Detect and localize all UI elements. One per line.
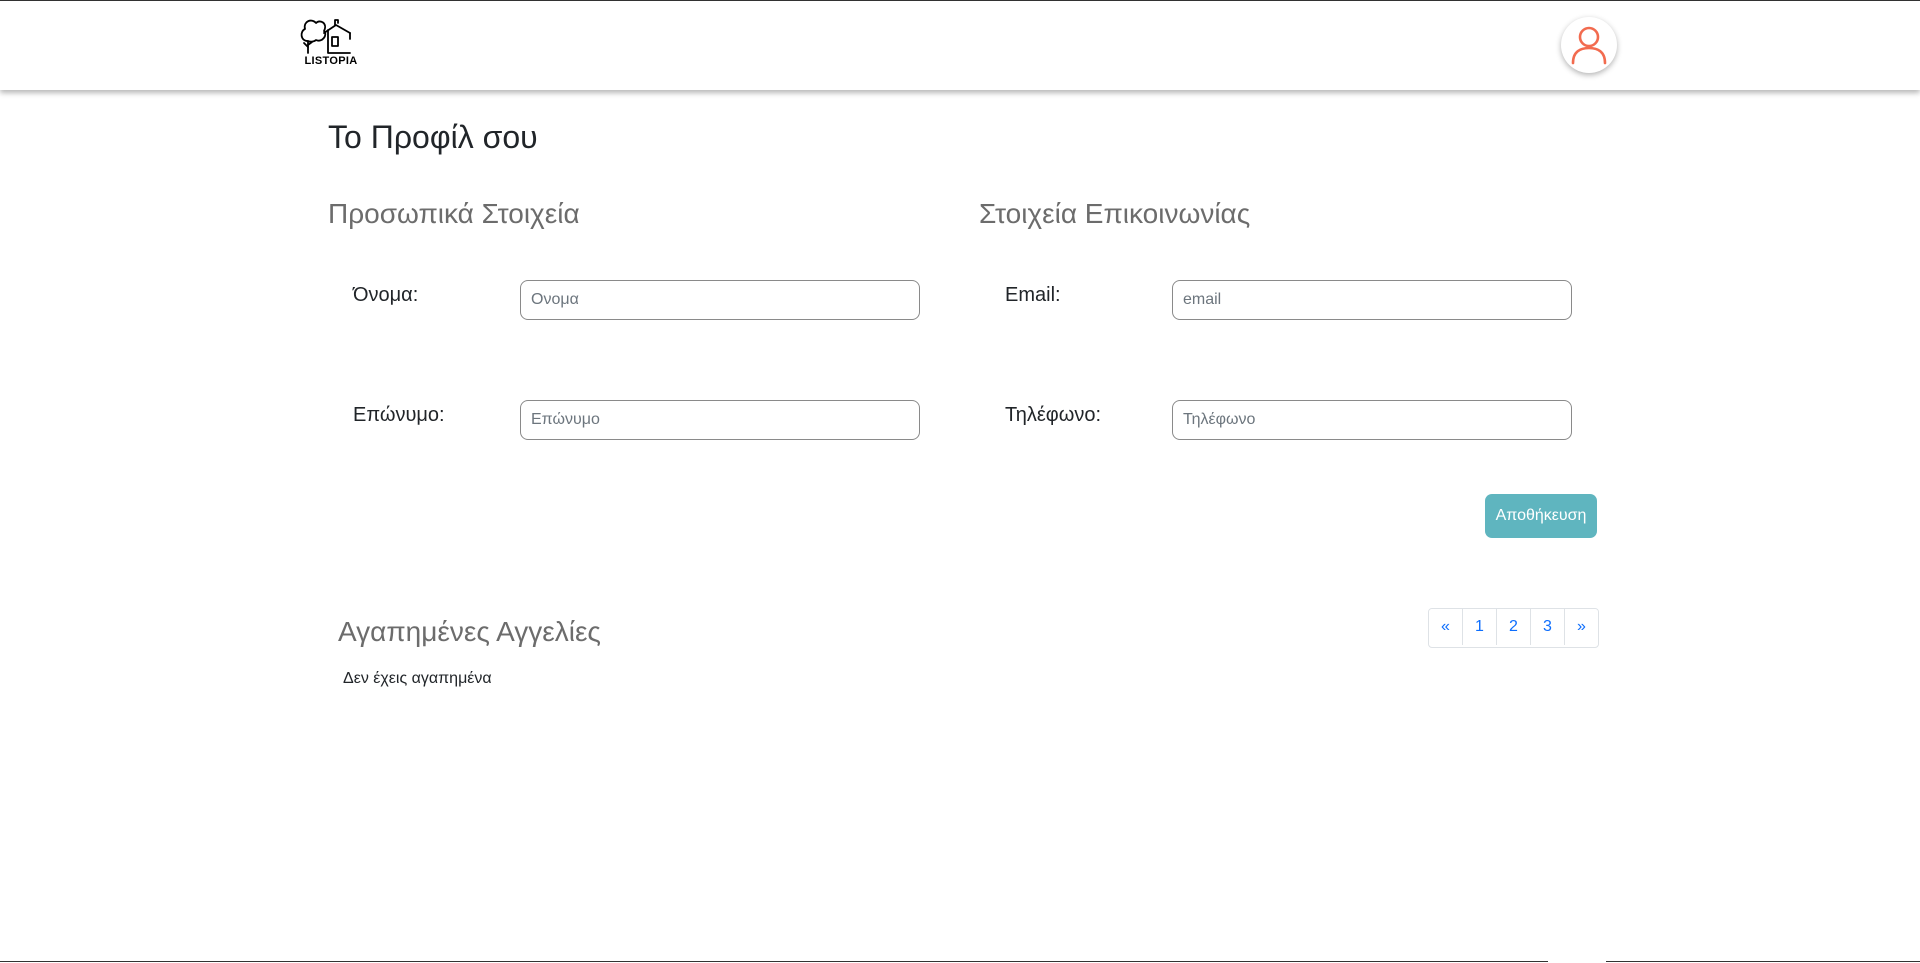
bottom-border: [0, 961, 1548, 962]
favorites-title: Αγαπημένες Αγγελίες: [338, 616, 601, 647]
tree-house-icon: [300, 19, 351, 54]
save-button[interactable]: Αποθήκευση: [1485, 494, 1597, 538]
page-title: Το Προφίλ σου: [328, 119, 538, 155]
pagination-page-3[interactable]: 3: [1530, 609, 1564, 645]
user-avatar-button[interactable]: [1561, 17, 1617, 73]
personal-info-title: Προσωπικά Στοιχεία: [328, 198, 580, 229]
navbar: LISTOPIA: [0, 1, 1920, 90]
brand-logo[interactable]: LISTOPIA: [298, 13, 368, 73]
pagination-prev[interactable]: «: [1429, 609, 1462, 645]
last-name-input[interactable]: [520, 400, 920, 440]
phone-input[interactable]: [1172, 400, 1572, 440]
contact-info-title: Στοιχεία Επικοινωνίας: [979, 198, 1251, 229]
pagination-page-1[interactable]: 1: [1462, 609, 1496, 645]
bottom-border: [1606, 961, 1920, 962]
first-name-input[interactable]: [520, 280, 920, 320]
email-label: Email:: [1005, 284, 1061, 306]
favorites-pagination: « 1 2 3 »: [1428, 608, 1599, 648]
user-icon: [1571, 26, 1607, 65]
email-input[interactable]: [1172, 280, 1572, 320]
brand-name: LISTOPIA: [304, 55, 358, 67]
pagination-page-2[interactable]: 2: [1496, 609, 1530, 645]
pagination-next[interactable]: »: [1564, 609, 1598, 645]
first-name-label: Όνομα:: [353, 284, 419, 306]
favorites-empty-message: Δεν έχεις αγαπημένα: [343, 670, 492, 687]
phone-label: Τηλέφωνο:: [1005, 404, 1102, 426]
last-name-label: Επώνυμο:: [353, 404, 445, 426]
